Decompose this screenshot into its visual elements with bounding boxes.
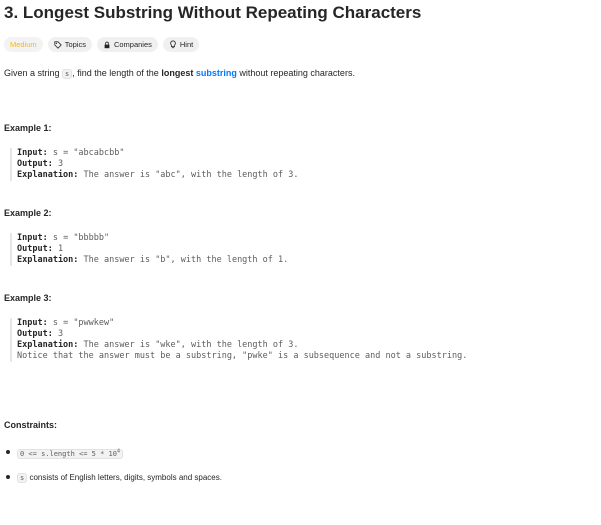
problem-title: 3. Longest Substring Without Repeating C…: [4, 3, 422, 22]
output-label: Output:: [17, 329, 53, 339]
input-label: Input:: [17, 318, 48, 328]
explanation-label: Explanation:: [17, 255, 79, 265]
constraint-exponent: 4: [116, 449, 120, 455]
input-value: s = "bbbbb": [52, 233, 110, 243]
topics-button[interactable]: Topics: [47, 37, 92, 52]
explanation-value: The answer is "wke", with the length of …: [83, 340, 299, 350]
lightbulb-icon: [169, 40, 177, 49]
example-block: Input: s = "abcabcbb" Output: 3 Explanat…: [10, 148, 298, 181]
explanation-value: The answer is "abc", with the length of …: [83, 170, 299, 180]
desc-text: Given a string: [4, 68, 63, 78]
constraint-item: s consists of English letters, digits, s…: [4, 471, 222, 484]
constraint-code: 0 <= s.length <= 5 * 104: [17, 449, 123, 460]
output-value: 1: [57, 244, 64, 254]
companies-button[interactable]: Companies: [96, 37, 158, 52]
difficulty-badge: Medium: [4, 37, 43, 52]
constraint-item: 0 <= s.length <= 5 * 104: [4, 446, 222, 460]
example-block: Input: s = "pwwkew" Output: 3 Explanatio…: [10, 318, 467, 362]
desc-text: without repeating characters.: [236, 68, 355, 78]
constraint-code: s: [17, 473, 28, 483]
input-value: s = "pwwkew": [52, 318, 115, 328]
output-value: 3: [57, 159, 64, 169]
constraint-text: consists of English letters, digits, sym…: [27, 473, 222, 482]
desc-code-s: s: [62, 69, 73, 79]
output-label: Output:: [17, 244, 53, 254]
topics-label: Topics: [64, 40, 86, 49]
example-title: Example 2:: [4, 208, 52, 218]
hint-button[interactable]: Hint: [162, 37, 200, 52]
explanation-label: Explanation:: [17, 170, 79, 180]
desc-text: , find the length of the: [72, 68, 162, 78]
input-value: s = "abcabcbb": [52, 148, 125, 158]
tag-row: Medium Topics Companies Hint: [4, 37, 200, 52]
desc-bold: longest: [161, 68, 194, 78]
example-note: Notice that the answer must be a substri…: [17, 351, 468, 361]
explanation-label: Explanation:: [17, 340, 79, 350]
constraints-title: Constraints:: [4, 420, 58, 430]
example-title: Example 3:: [4, 293, 52, 303]
explanation-value: The answer is "b", with the length of 1.: [83, 255, 289, 265]
constraint-code-text: 0 <= s.length <= 5 * 10: [20, 450, 117, 459]
problem-description: Given a string s, find the length of the…: [4, 66, 355, 81]
output-label: Output:: [17, 159, 53, 169]
companies-label: Companies: [113, 40, 152, 49]
hint-label: Hint: [179, 40, 194, 49]
substring-link[interactable]: substring: [196, 68, 237, 78]
example-title: Example 1:: [4, 123, 52, 133]
example-block: Input: s = "bbbbb" Output: 1 Explanation…: [10, 233, 288, 266]
input-label: Input:: [17, 233, 48, 243]
output-value: 3: [57, 329, 64, 339]
lock-icon: [103, 41, 111, 49]
input-label: Input:: [17, 148, 48, 158]
constraints-list: 0 <= s.length <= 5 * 104 s consists of E…: [4, 446, 222, 496]
tag-icon: [54, 40, 62, 49]
